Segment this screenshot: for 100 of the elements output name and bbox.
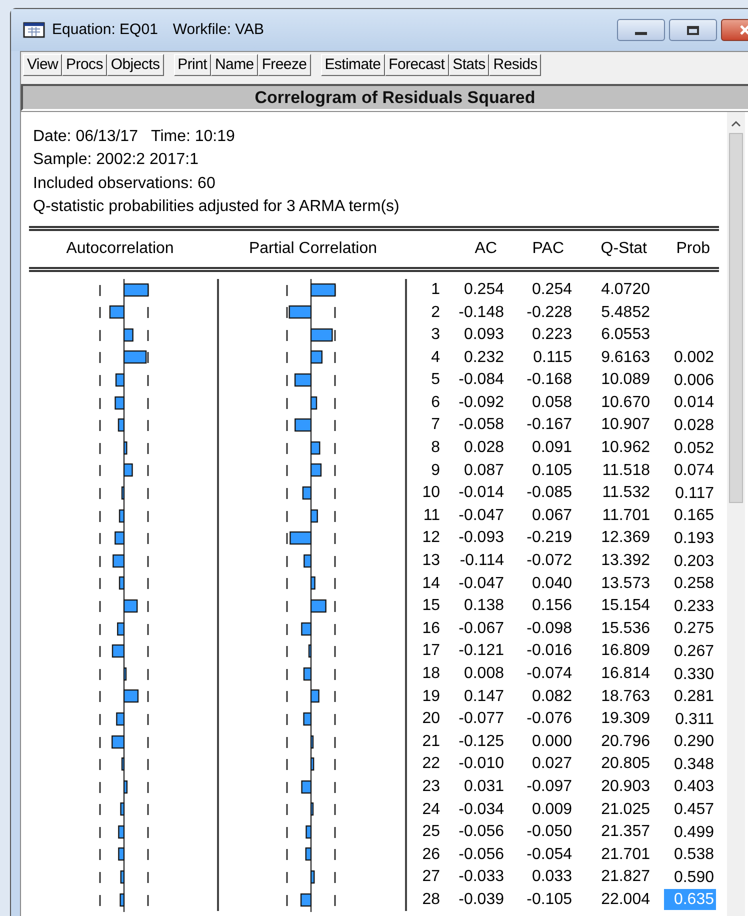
toolbar-button[interactable]: Procs [62, 54, 107, 76]
toolbar-button[interactable]: Estimate [320, 54, 385, 76]
toolbar-button[interactable]: Forecast [384, 54, 449, 76]
lag-cell-text: 25 [421, 822, 440, 842]
close-icon [739, 25, 748, 35]
ac-cell-text: -0.114 [458, 551, 504, 572]
toolbar-button[interactable]: Name [211, 54, 258, 76]
q-stat-cell-text: 10.907 [600, 415, 650, 436]
prob-cell[interactable]: 0.290 [664, 731, 716, 752]
lag-cell-text: 18 [421, 664, 440, 684]
prob-cell[interactable]: 0.052 [664, 438, 716, 459]
lag-cell-text: 28 [421, 890, 440, 910]
prob-cell[interactable]: 0.311 [664, 708, 716, 730]
info-text: Included observations: 60 [33, 174, 216, 194]
ac-cell-text: 0.031 [462, 776, 504, 797]
toolbar-button[interactable]: Objects [106, 54, 164, 76]
pac-cell-text: -0.054 [526, 844, 572, 865]
pac-cell-text: 0.105 [530, 460, 572, 481]
prob-cell[interactable]: 0.028 [664, 414, 716, 436]
prob-cell[interactable]: 0.233 [664, 596, 716, 617]
maximize-button[interactable] [669, 19, 717, 41]
prob-cell[interactable]: 0.457 [664, 799, 716, 820]
q-stat-cell-text: 21.357 [600, 822, 650, 842]
prob-cell[interactable]: 0.117 [664, 482, 716, 504]
pac-cell-text: 0.033 [530, 867, 572, 888]
pac-cell-text: -0.072 [526, 551, 572, 572]
pac-cell-text: 0.156 [530, 596, 572, 616]
ac-cell-text: 0.254 [462, 280, 504, 300]
prob-cell[interactable]: 0.014 [664, 392, 716, 414]
column-header: Autocorrelation [65, 238, 175, 259]
prob-cell[interactable]: 0.281 [664, 686, 716, 708]
ac-cell-text: 0.138 [462, 596, 504, 616]
prob-cell[interactable]: 0.267 [664, 640, 716, 662]
toolbar-button[interactable]: Freeze [258, 54, 311, 76]
lag-cell-text: 26 [421, 844, 440, 865]
lag-cell-text: 7 [430, 415, 440, 436]
prob-cell[interactable]: 0.002 [664, 347, 716, 368]
scrollbar[interactable] [727, 112, 745, 916]
pac-cell-text: 0.091 [530, 438, 572, 458]
q-stat-cell-text: 11.532 [601, 483, 650, 504]
q-stat-cell-text: 13.573 [600, 574, 650, 594]
lag-cell-text: 21 [421, 732, 440, 752]
ac-cell-text: 0.232 [462, 348, 504, 368]
ac-cell-text: -0.148 [458, 302, 504, 323]
pac-cell-text: 0.115 [532, 348, 572, 368]
toolbar-button[interactable]: View [23, 54, 62, 76]
q-stat-cell-text: 5.4852 [600, 302, 650, 323]
lag-cell-text: 13 [421, 551, 440, 572]
info-text: Date: 06/13/17 Time: 10:19 [33, 127, 236, 147]
scroll-up-icon[interactable] [731, 120, 741, 127]
info-text: Q-statistic probabilities adjusted for 3 ARMA term(s) [33, 197, 400, 218]
ac-cell-text: -0.047 [458, 506, 504, 526]
ac-cell-text: 0.028 [462, 438, 504, 458]
q-stat-cell-text: 11.701 [601, 506, 650, 526]
q-stat-cell-text: 10.962 [600, 438, 650, 458]
prob-cell[interactable]: 0.275 [664, 618, 716, 640]
lag-cell-text: 11 [422, 506, 440, 526]
ac-cell-text: -0.077 [458, 709, 504, 730]
prob-cell[interactable]: 0.258 [664, 573, 716, 594]
prob-cell[interactable]: 0.538 [664, 844, 716, 866]
ac-cell-text: 0.093 [462, 325, 504, 346]
lag-cell-text: 22 [421, 754, 440, 774]
minimize-button[interactable] [617, 19, 665, 41]
ac-cell-text: -0.092 [458, 392, 504, 413]
q-stat-cell-text: 11.518 [601, 460, 650, 481]
lag-cell-text: 19 [421, 686, 440, 707]
lag-cell-text: 17 [421, 641, 440, 662]
pac-cell-text: 0.040 [530, 574, 572, 594]
q-stat-cell-text: 21.827 [600, 867, 650, 888]
toolbar-button[interactable]: Stats [448, 54, 490, 76]
pac-cell-text: 0.058 [530, 392, 572, 413]
prob-cell[interactable]: 0.330 [664, 664, 716, 685]
ac-cell-text: 0.087 [462, 460, 504, 481]
prob-cell[interactable]: 0.006 [664, 370, 716, 391]
prob-cell[interactable]: 0.403 [664, 776, 716, 798]
prob-cell[interactable]: 0.074 [664, 460, 716, 482]
prob-cell[interactable]: 0.193 [664, 528, 716, 549]
window-icon [23, 22, 45, 38]
pac-cell-text: -0.167 [526, 415, 572, 436]
column-header: Q-Stat [600, 238, 648, 259]
pac-cell-text: -0.076 [526, 709, 572, 730]
toolbar-button[interactable]: Print [174, 54, 211, 76]
lag-cell-text: 12 [421, 528, 440, 548]
pac-cell-text: -0.219 [526, 528, 572, 548]
window-title: Equation: EQ01 [52, 20, 158, 40]
lag-cell-text: 3 [430, 325, 440, 346]
column-header: AC [474, 238, 498, 259]
prob-cell[interactable]: 0.348 [664, 754, 716, 775]
toolbar-button[interactable]: Resids [489, 54, 542, 76]
q-stat-cell-text: 4.0720 [600, 280, 650, 300]
prob-cell[interactable]: 0.499 [664, 822, 716, 843]
prob-cell[interactable]: 0.590 [664, 866, 716, 888]
prob-cell[interactable]: 0.203 [664, 550, 716, 572]
pac-cell-text: -0.016 [526, 641, 572, 662]
pac-cell-text: 0.067 [530, 506, 572, 526]
lag-cell-text: 9 [430, 460, 440, 481]
q-stat-cell-text: 9.6163 [600, 348, 650, 368]
ac-cell-text: -0.058 [458, 415, 504, 436]
q-stat-cell-text: 15.154 [600, 596, 650, 616]
prob-cell[interactable]: 0.165 [664, 505, 716, 526]
